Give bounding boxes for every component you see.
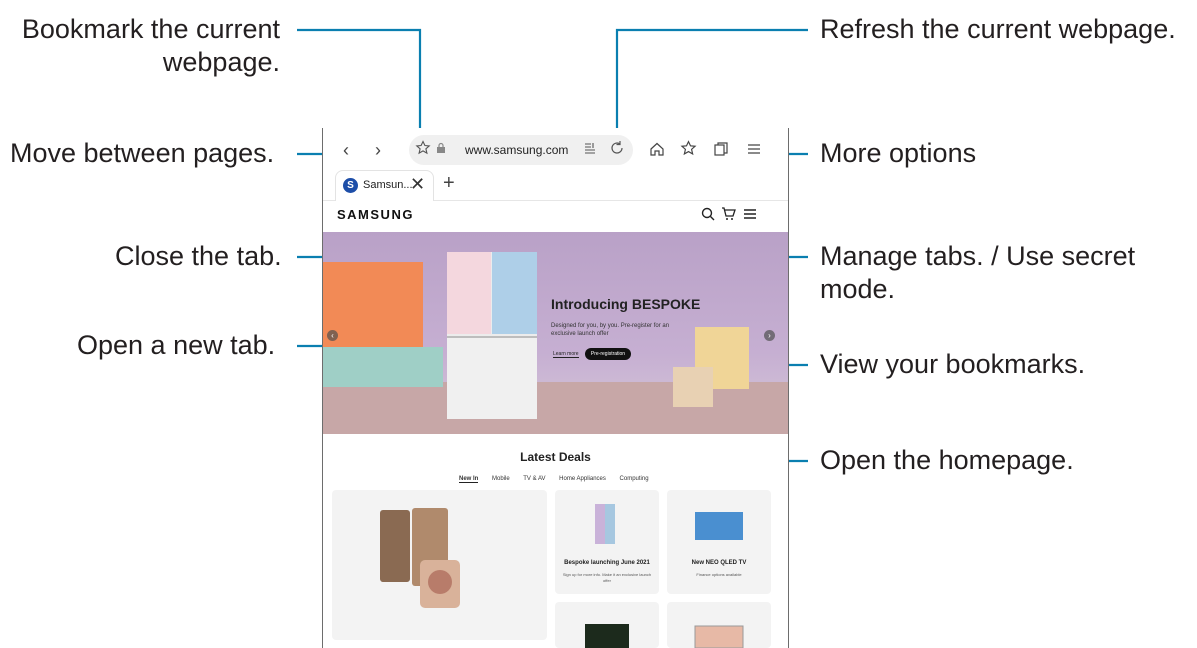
card-tv-title: New NEO QLED TV [691, 560, 747, 566]
favicon: S [343, 178, 358, 193]
star-icon[interactable] [415, 140, 431, 160]
deal-tab-mobile[interactable]: Mobile [492, 476, 510, 482]
callout-refresh: Refresh the current webpage. [820, 14, 1176, 44]
callout-more-options: More options [820, 138, 977, 168]
home-icon[interactable] [649, 141, 665, 161]
hero-next-arrow-icon[interactable]: › [764, 330, 775, 341]
callout-manage-tabs: Manage tabs. / Use secret mode. [820, 240, 1135, 306]
hero-fridge [447, 252, 537, 419]
search-icon[interactable] [701, 207, 715, 225]
tab-strip: S Samsun... ✕ + [323, 170, 788, 201]
deal-tab-tv-av[interactable]: TV & AV [523, 476, 545, 482]
url-text: www.samsung.com [465, 143, 569, 157]
tab-samsung[interactable]: S Samsun... ✕ [335, 170, 434, 201]
callout-new-tab: Open a new tab. [77, 330, 276, 360]
fridge-bottom [447, 336, 537, 419]
hero-prev-arrow-icon[interactable]: ‹ [327, 330, 338, 341]
card-bespoke-sub: Sign up for more info. Make it an exclus… [562, 572, 652, 583]
callout-manage-tabs-line1: Manage tabs. / Use secret [820, 241, 1136, 271]
phones-image [380, 508, 460, 608]
callout-close-tab: Close the tab. [115, 241, 282, 271]
fridge-left-door [447, 252, 491, 334]
hero-shelf-wall [323, 262, 423, 347]
deal-card-phones[interactable] [332, 490, 547, 640]
callout-bookmark-line2: webpage. [162, 47, 280, 77]
callout-view-bookmarks: View your bookmarks. [820, 349, 1086, 379]
bookmarks-icon[interactable] [680, 140, 697, 161]
bespoke-fridge-image [595, 504, 615, 544]
lock-icon [436, 141, 446, 158]
card-bespoke-title: Bespoke launching June 2021 [564, 560, 650, 566]
deal-card-appliance[interactable] [667, 602, 771, 648]
nav-buttons: ‹ › [335, 133, 395, 166]
hero-preregister-button[interactable]: Pre-registration [585, 348, 631, 360]
forward-button[interactable]: › [375, 140, 381, 161]
site-menu-icon[interactable] [743, 207, 757, 225]
deal-card-monitor[interactable] [555, 602, 659, 648]
deal-tab-home-appliances[interactable]: Home Appliances [559, 476, 606, 482]
deal-tab-new-in[interactable]: New In [459, 476, 479, 483]
deal-card-bespoke[interactable]: Bespoke launching June 2021 Sign up for … [555, 490, 659, 594]
fridge-right-door [492, 252, 537, 334]
hero-cabinet [323, 347, 443, 387]
callout-bookmark: Bookmark the current webpage. [10, 13, 280, 79]
tab-label: Samsun... [363, 179, 413, 191]
new-tab-button[interactable]: + [443, 172, 455, 195]
callout-manage-tabs-line2: mode. [820, 274, 896, 304]
latest-deals-title: Latest Deals [520, 450, 591, 464]
appliance-image [694, 625, 744, 648]
browser-window: ‹ › www.samsung.com S Samsun... ✕ + SAMS… [322, 128, 789, 648]
tabs-icon[interactable] [713, 141, 729, 161]
address-bar[interactable]: www.samsung.com [409, 135, 633, 165]
deal-tabs: New In Mobile TV & AV Home Appliances Co… [459, 476, 661, 483]
back-button[interactable]: ‹ [343, 140, 349, 161]
cart-icon[interactable] [721, 207, 736, 225]
refresh-icon[interactable] [609, 140, 625, 160]
deal-tab-computing[interactable]: Computing [620, 476, 649, 482]
hero-learn-more-link[interactable]: Learn more [553, 351, 579, 358]
callout-homepage: Open the homepage. [820, 445, 1074, 475]
callout-bookmark-line1: Bookmark the current [21, 14, 280, 44]
card-tv-sub: Finance options available [696, 572, 742, 577]
menu-icon[interactable] [746, 141, 762, 161]
hero-floor [323, 382, 788, 434]
hero-subtitle: Designed for you, by you. Pre-register f… [551, 323, 670, 337]
site-header: SAMSUNG [323, 201, 788, 231]
reader-icon[interactable] [583, 141, 597, 159]
samsung-logo[interactable]: SAMSUNG [337, 207, 414, 222]
hero-title: Introducing BESPOKE [551, 296, 701, 312]
hero-dresser [673, 367, 713, 407]
deal-card-tv[interactable]: New NEO QLED TV Finance options availabl… [667, 490, 771, 594]
hero-banner[interactable]: Introducing BESPOKE Designed for you, by… [323, 232, 788, 434]
monitor-image [585, 624, 629, 648]
browser-toolbar: ‹ › www.samsung.com [323, 128, 788, 170]
close-tab-button[interactable]: ✕ [410, 174, 425, 195]
tv-image [695, 512, 743, 540]
callout-move-pages: Move between pages. [10, 138, 275, 168]
